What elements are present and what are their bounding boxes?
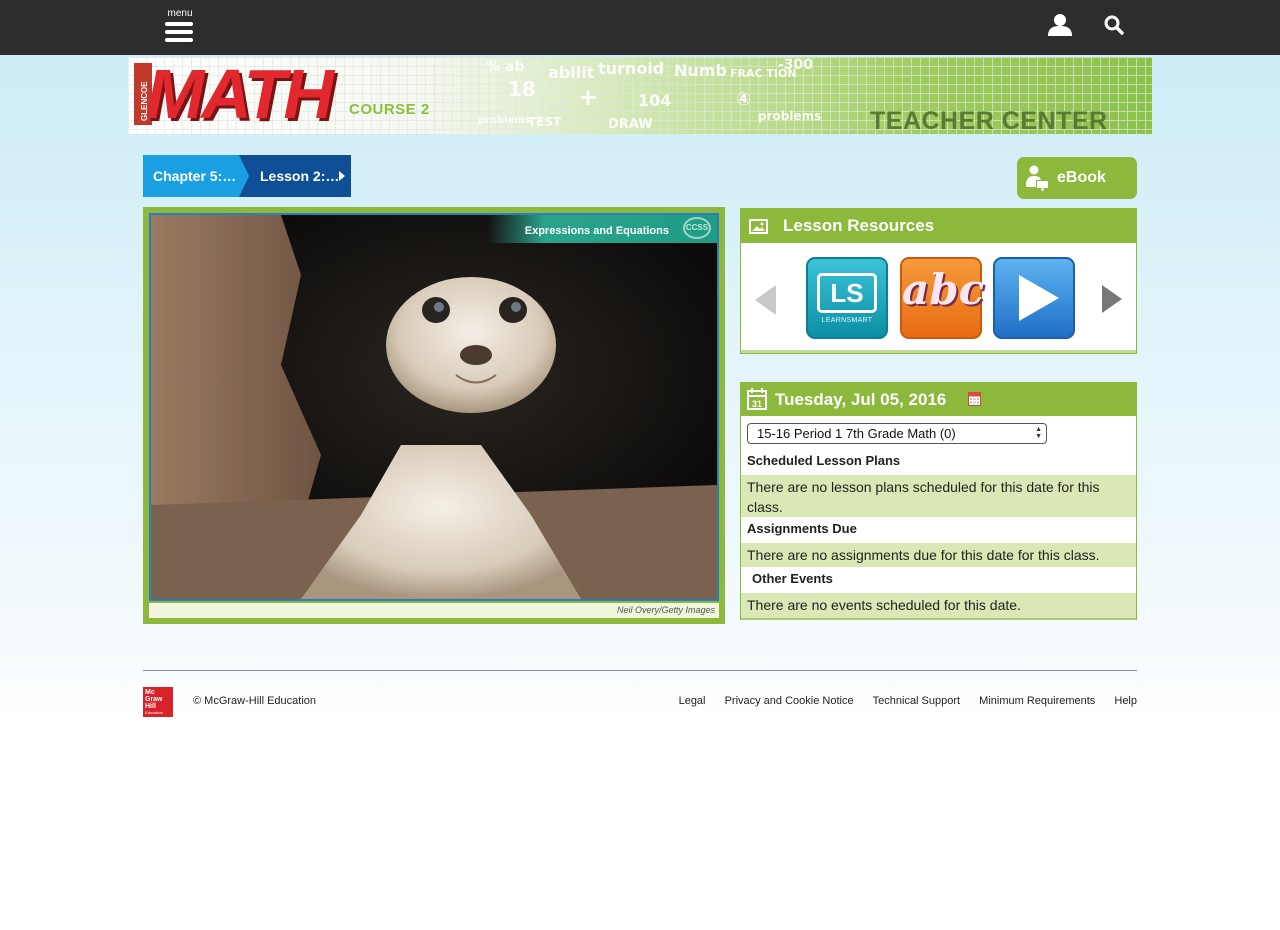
minimum-requirements-link[interactable]: Minimum Requirements	[979, 695, 1095, 707]
privacy-link[interactable]: Privacy and Cookie Notice	[725, 695, 854, 707]
banner-decoration: % ab 18 abilit turnoid + 104 Numb FRAC T…	[478, 57, 822, 132]
top-navigation-bar: menu	[0, 0, 1280, 55]
other-events-message: There are no events scheduled for this d…	[741, 593, 1136, 618]
menu-label: menu	[167, 8, 193, 19]
scheduled-lesson-plans-label: Scheduled Lesson Plans	[747, 453, 901, 468]
logo-line: Mc	[145, 689, 155, 696]
footer-divider	[143, 670, 1137, 671]
carousel-prev-button[interactable]	[755, 285, 776, 315]
photo-credit-bar: Neil Overy/Getty Images	[149, 603, 719, 618]
play-icon	[1019, 275, 1059, 321]
help-link[interactable]: Help	[1114, 695, 1137, 707]
mcgraw-hill-logo[interactable]: Mc Graw Hill Education	[143, 687, 173, 717]
carousel-next-button[interactable]	[1102, 285, 1122, 313]
banner-title: MATH	[146, 57, 334, 133]
panel-divider	[741, 618, 1136, 620]
logo-line: Graw	[145, 696, 163, 703]
learnsmart-resource-tile[interactable]: LS LEARNSMART	[806, 257, 888, 339]
breadcrumb: Chapter 5:… Lesson 2:…	[143, 155, 351, 197]
vocabulary-resource-tile[interactable]: abc	[900, 257, 985, 339]
unit-title: Expressions and Equations	[524, 225, 669, 237]
image-icon	[749, 219, 768, 234]
video-resource-tile[interactable]	[993, 257, 1075, 339]
abc-icon: abc	[902, 265, 985, 314]
select-arrows-icon: ▲ ▼	[1035, 426, 1042, 440]
logo-line: Hill	[145, 703, 156, 710]
search-button[interactable]	[1103, 14, 1125, 36]
lesson-image-panel: Expressions and Equations CCSS Neil Over…	[143, 207, 725, 624]
calendar-icon: 31	[747, 388, 767, 410]
breadcrumb-lesson[interactable]: Lesson 2:…	[239, 155, 351, 197]
chevron-right-icon	[339, 171, 345, 181]
calendar-date: Tuesday, Jul 05, 2016	[775, 390, 947, 409]
footer-links: Legal Privacy and Cookie Notice Technica…	[663, 695, 1137, 707]
person-reading-icon	[1026, 165, 1048, 191]
legal-link[interactable]: Legal	[679, 695, 706, 707]
photo-credit: Neil Overy/Getty Images	[616, 605, 715, 615]
course-banner: GLENCOE MATH COURSE 2 % ab 18 abilit tur…	[128, 57, 1152, 134]
svg-text:31: 31	[752, 399, 762, 409]
copyright-text: © McGraw-Hill Education	[193, 695, 317, 707]
learnsmart-icon: LS	[817, 273, 877, 313]
assignments-due-message: There are no assignments due for this da…	[741, 543, 1136, 567]
meerkat-image	[151, 215, 717, 599]
calendar-header: 31 Tuesday, Jul 05, 2016	[741, 383, 1136, 416]
user-icon	[1048, 14, 1072, 36]
banner-course: COURSE 2	[349, 101, 430, 118]
panel-divider	[741, 350, 1136, 353]
date-picker-icon[interactable]	[968, 392, 981, 406]
menu-button[interactable]: menu	[165, 9, 195, 43]
class-select-value: 15-16 Period 1 7th Grade Math (0)	[757, 426, 956, 441]
assignments-due-label: Assignments Due	[747, 521, 857, 536]
user-account-button[interactable]	[1047, 13, 1073, 37]
technical-support-link[interactable]: Technical Support	[873, 695, 960, 707]
ebook-label: eBook	[1057, 169, 1106, 186]
ebook-button[interactable]: eBook	[1017, 157, 1137, 199]
lesson-resources-header: Lesson Resources	[741, 209, 1136, 243]
lesson-resources-panel: Lesson Resources LS LEARNSMART abc	[740, 208, 1137, 354]
scheduled-lesson-plans-message: There are no lesson plans scheduled for …	[741, 475, 1136, 517]
lesson-opener-photo: Expressions and Equations CCSS	[149, 213, 719, 601]
breadcrumb-separator	[239, 155, 249, 197]
ccss-badge: CCSS	[683, 217, 711, 239]
search-icon	[1104, 15, 1124, 35]
breadcrumb-chapter[interactable]: Chapter 5:…	[143, 155, 247, 197]
class-select[interactable]: 15-16 Period 1 7th Grade Math (0) ▲ ▼	[747, 423, 1047, 444]
logo-line: Education	[145, 710, 163, 715]
other-events-label: Other Events	[752, 571, 833, 586]
lesson-resources-title: Lesson Resources	[783, 216, 935, 235]
calendar-panel: 31 Tuesday, Jul 05, 2016 15-16 Period 1 …	[740, 382, 1137, 620]
learnsmart-label: LEARNSMART	[821, 317, 873, 324]
menu-icon	[165, 22, 195, 42]
banner-teacher-center: TEACHER CENTER	[870, 107, 1108, 134]
